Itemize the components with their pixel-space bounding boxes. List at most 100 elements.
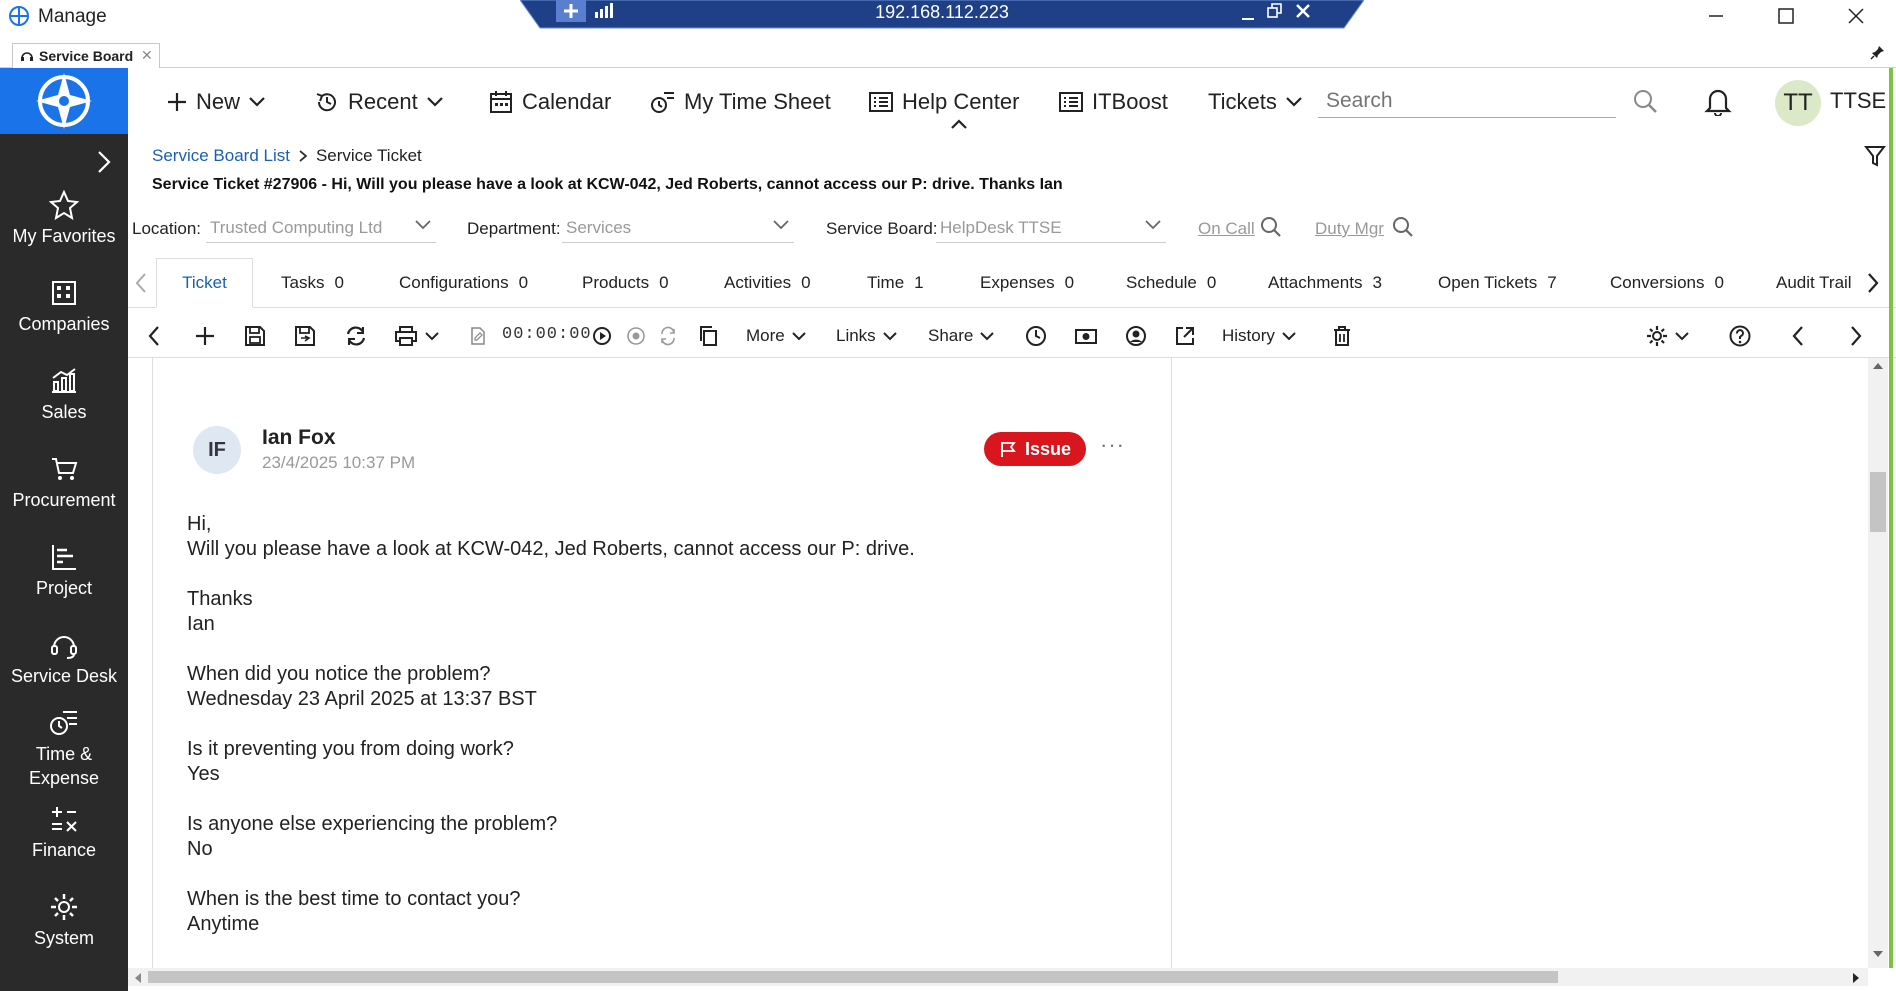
window-minimize-icon[interactable] <box>1706 6 1726 26</box>
browser-tab-row <box>0 40 1896 68</box>
copy-button[interactable] <box>698 322 718 350</box>
close-tab-icon[interactable]: ✕ <box>141 47 153 64</box>
sidebar-item-sales[interactable]: Sales <box>0 366 128 424</box>
tab-attachments[interactable]: Attachments 3 <box>1268 273 1382 293</box>
signal-icon <box>594 2 614 18</box>
department-select[interactable]: Services <box>562 213 794 243</box>
search-input[interactable] <box>1318 84 1616 118</box>
links-menu[interactable]: Links <box>836 322 898 350</box>
sidebar-item-system[interactable]: System <box>0 892 128 950</box>
nav-recent[interactable]: Recent <box>314 82 444 122</box>
open-external-button[interactable] <box>1174 322 1196 350</box>
tab-products[interactable]: Products 0 <box>582 273 669 293</box>
nav-tickets-label: Tickets <box>1208 89 1277 114</box>
sidebar-expand-icon[interactable] <box>96 150 112 174</box>
tab-conversions[interactable]: Conversions 0 <box>1610 273 1724 293</box>
delete-button[interactable] <box>1332 322 1352 350</box>
issue-badge[interactable]: Issue <box>984 432 1086 466</box>
tabs-scroll-right-icon[interactable] <box>1866 272 1880 294</box>
back-button[interactable] <box>146 322 162 350</box>
duty-mgr-link[interactable]: Duty Mgr <box>1315 219 1384 239</box>
ticket-title: Service Ticket #27906 - Hi, Will you ple… <box>152 176 1063 193</box>
tab-audit-trail[interactable]: Audit Trail <box>1776 273 1852 293</box>
sidebar-item-label: Procurement <box>12 490 116 510</box>
scroll-left-icon[interactable] <box>134 972 142 984</box>
remote-close-icon[interactable] <box>1294 2 1312 20</box>
add-button[interactable] <box>194 322 216 350</box>
tab-open-tickets[interactable]: Open Tickets 7 <box>1438 273 1557 293</box>
app-logo[interactable] <box>0 68 128 134</box>
save-button[interactable] <box>244 322 266 350</box>
vertical-scrollbar-thumb[interactable] <box>1870 472 1886 532</box>
user-avatar[interactable]: TT <box>1775 80 1821 126</box>
nav-help-center[interactable]: Help Center <box>868 82 1019 122</box>
window-close-icon[interactable] <box>1846 6 1866 26</box>
vertical-scrollbar[interactable] <box>1868 358 1888 968</box>
expense-button[interactable] <box>1074 322 1098 350</box>
nav-tickets[interactable]: Tickets <box>1208 82 1303 122</box>
tab-activities[interactable]: Activities 0 <box>724 273 811 293</box>
nav-my-time-sheet[interactable]: My Time Sheet <box>650 82 831 122</box>
filter-icon[interactable] <box>1864 144 1886 168</box>
breadcrumb-service-board-list[interactable]: Service Board List <box>152 146 290 166</box>
contact-button[interactable] <box>1124 322 1148 350</box>
history-menu[interactable]: History <box>1222 322 1297 350</box>
help-button[interactable] <box>1728 322 1752 350</box>
sidebar-item-service-desk[interactable]: Service Desk <box>0 630 128 688</box>
pin-page-icon[interactable] <box>1870 44 1886 60</box>
tab-time[interactable]: Time 1 <box>867 273 924 293</box>
service-board-select[interactable]: HelpDesk TTSE <box>936 213 1166 243</box>
window-maximize-icon[interactable] <box>1776 6 1796 26</box>
browser-tab-service-board[interactable]: Service Board ✕ <box>12 43 160 68</box>
remote-minimize-icon[interactable] <box>1240 6 1256 22</box>
print-button[interactable] <box>394 322 440 350</box>
timer-start-button[interactable] <box>592 322 612 350</box>
timer-notes-icon[interactable] <box>470 322 486 350</box>
tab-expenses[interactable]: Expenses 0 <box>980 273 1074 293</box>
sidebar-item-project[interactable]: Project <box>0 542 128 600</box>
horizontal-scrollbar-thumb[interactable] <box>148 971 1558 983</box>
bell-icon[interactable] <box>1704 86 1732 116</box>
duty-mgr-search-icon[interactable] <box>1392 216 1414 238</box>
headset-icon <box>20 49 34 63</box>
clock-button[interactable] <box>1024 322 1048 350</box>
tab-configurations[interactable]: Configurations 0 <box>399 273 528 293</box>
timer-reset-button[interactable] <box>658 322 678 350</box>
sidebar-item-my-favorites[interactable]: My Favorites <box>0 190 128 248</box>
user-name[interactable]: TTSE <box>1830 88 1886 114</box>
sidebar-item-finance[interactable]: Finance <box>0 804 128 862</box>
on-call-link[interactable]: On Call <box>1198 219 1255 239</box>
save-and-close-button[interactable] <box>294 322 316 350</box>
nav-itboost[interactable]: ITBoost <box>1058 82 1168 122</box>
share-menu[interactable]: Share <box>928 322 995 350</box>
sidebar-item-companies[interactable]: Companies <box>0 278 128 336</box>
tab-ticket-label[interactable]: Ticket <box>156 273 253 293</box>
refresh-button[interactable] <box>344 322 368 350</box>
scroll-down-icon[interactable] <box>1872 950 1884 958</box>
window-title: Manage <box>38 6 107 27</box>
tab-schedule[interactable]: Schedule 0 <box>1126 273 1216 293</box>
next-ticket-button[interactable] <box>1848 322 1864 350</box>
tab-tasks[interactable]: Tasks 0 <box>281 273 344 293</box>
sidebar-item-procurement[interactable]: Procurement <box>0 454 128 512</box>
remote-restore-icon[interactable] <box>1266 2 1284 20</box>
message-more-icon[interactable]: ··· <box>1100 432 1125 458</box>
more-menu[interactable]: More <box>746 322 807 350</box>
nav-calendar[interactable]: Calendar <box>488 82 611 122</box>
sidebar-item-time-expense[interactable]: Time & Expense <box>0 708 128 790</box>
sidebar-item-label: Time & <box>35 744 93 764</box>
search-icon[interactable] <box>1632 88 1658 114</box>
gear-icon <box>1647 326 1667 346</box>
tabs-scroll-left-icon[interactable] <box>134 272 148 294</box>
on-call-search-icon[interactable] <box>1260 216 1282 238</box>
location-select[interactable]: Trusted Computing Ltd <box>206 213 436 243</box>
pin-icon[interactable] <box>556 0 586 22</box>
scroll-up-icon[interactable] <box>1872 362 1884 370</box>
scroll-right-icon[interactable] <box>1852 972 1860 984</box>
sidebar-item-label: System <box>33 928 94 948</box>
previous-ticket-button[interactable] <box>1790 322 1806 350</box>
settings-menu[interactable] <box>1646 322 1690 350</box>
nav-new[interactable]: New <box>166 82 266 122</box>
tab-count: 0 <box>334 273 344 292</box>
timer-stop-button[interactable] <box>626 322 646 350</box>
